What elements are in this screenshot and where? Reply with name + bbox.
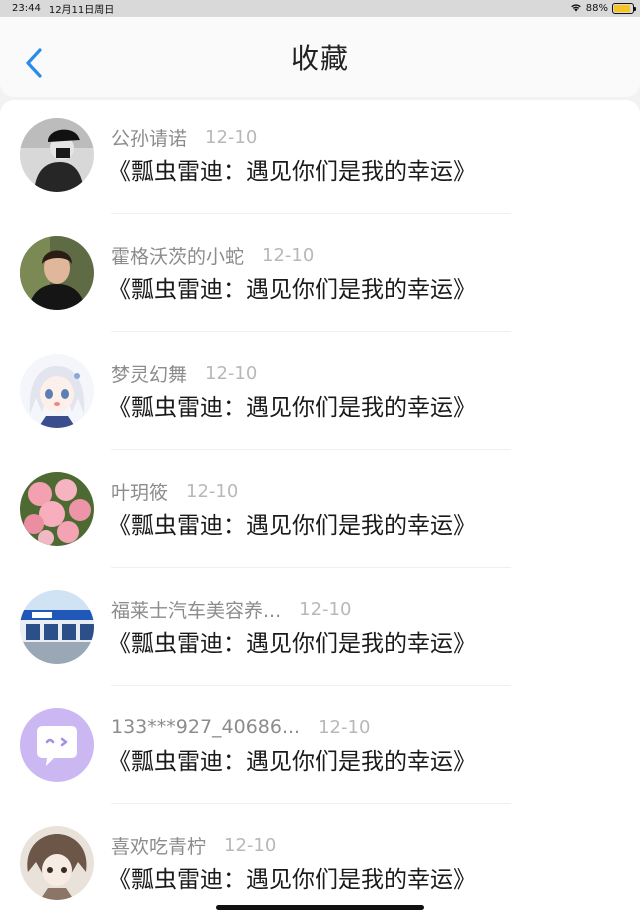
favorite-title[interactable]: 《瓢虫雷迪：遇见你们是我的幸运》 bbox=[108, 388, 476, 422]
favorites-list: 公孙请诺 12-10 《瓢虫雷迪：遇见你们是我的幸运》 霍格沃茨的小蛇 12-1… bbox=[0, 100, 640, 916]
status-time: 23:44 bbox=[12, 3, 41, 14]
user-name[interactable]: 福莱士汽车美容养... bbox=[111, 596, 281, 623]
battery-fill bbox=[614, 5, 630, 12]
avatar[interactable] bbox=[20, 354, 94, 428]
favorite-date: 12-10 bbox=[205, 362, 258, 384]
favorite-title[interactable]: 《瓢虫雷迪：遇见你们是我的幸运》 bbox=[108, 506, 476, 540]
favorite-title[interactable]: 《瓢虫雷迪：遇见你们是我的幸运》 bbox=[108, 270, 476, 304]
avatar[interactable] bbox=[20, 590, 94, 664]
list-item[interactable]: 喜欢吃青柠 12-10 《瓢虫雷迪：遇见你们是我的幸运》 bbox=[0, 808, 640, 916]
avatar[interactable] bbox=[20, 708, 94, 782]
favorite-date: 12-10 bbox=[262, 244, 315, 266]
favorite-title[interactable]: 《瓢虫雷迪：遇见你们是我的幸运》 bbox=[108, 742, 476, 776]
divider bbox=[111, 331, 511, 332]
divider bbox=[111, 685, 511, 686]
user-name[interactable]: 公孙请诺 bbox=[111, 124, 187, 151]
list-item[interactable]: 叶玥筱 12-10 《瓢虫雷迪：遇见你们是我的幸运》 bbox=[0, 454, 640, 572]
status-date: 12月11日周日 bbox=[48, 5, 115, 16]
home-indicator[interactable] bbox=[216, 905, 424, 910]
user-name[interactable]: 133***927_40686... bbox=[111, 716, 300, 738]
navigation-bar: 收藏 bbox=[0, 17, 640, 97]
favorite-date: 12-10 bbox=[224, 834, 277, 856]
list-item[interactable]: 梦灵幻舞 12-10 《瓢虫雷迪：遇见你们是我的幸运》 bbox=[0, 336, 640, 454]
list-item[interactable]: 133***927_40686... 12-10 《瓢虫雷迪：遇见你们是我的幸运… bbox=[0, 690, 640, 808]
user-name[interactable]: 梦灵幻舞 bbox=[111, 360, 187, 387]
wifi-icon bbox=[570, 2, 582, 15]
user-name[interactable]: 叶玥筱 bbox=[111, 478, 168, 505]
divider bbox=[111, 567, 511, 568]
favorite-date: 12-10 bbox=[205, 126, 258, 148]
list-item[interactable]: 公孙请诺 12-10 《瓢虫雷迪：遇见你们是我的幸运》 bbox=[0, 100, 640, 218]
favorite-title[interactable]: 《瓢虫雷迪：遇见你们是我的幸运》 bbox=[108, 152, 476, 186]
status-bar: 23:44 12月11日周日 88% bbox=[0, 0, 640, 17]
divider bbox=[111, 449, 511, 450]
favorite-date: 12-10 bbox=[318, 716, 371, 738]
chevron-left-icon bbox=[26, 48, 42, 78]
avatar[interactable] bbox=[20, 236, 94, 310]
user-name[interactable]: 霍格沃茨的小蛇 bbox=[111, 242, 244, 269]
favorite-title[interactable]: 《瓢虫雷迪：遇见你们是我的幸运》 bbox=[108, 860, 476, 894]
battery-percent: 88% bbox=[585, 3, 608, 14]
favorite-date: 12-10 bbox=[299, 598, 352, 620]
user-name[interactable]: 喜欢吃青柠 bbox=[111, 832, 206, 859]
battery-icon bbox=[612, 3, 636, 14]
favorite-title[interactable]: 《瓢虫雷迪：遇见你们是我的幸运》 bbox=[108, 624, 476, 658]
page-title: 收藏 bbox=[290, 42, 349, 75]
list-item[interactable]: 福莱士汽车美容养... 12-10 《瓢虫雷迪：遇见你们是我的幸运》 bbox=[0, 572, 640, 690]
favorite-date: 12-10 bbox=[186, 480, 239, 502]
divider bbox=[111, 803, 511, 804]
avatar[interactable] bbox=[20, 472, 94, 546]
list-item[interactable]: 霍格沃茨的小蛇 12-10 《瓢虫雷迪：遇见你们是我的幸运》 bbox=[0, 218, 640, 336]
divider bbox=[111, 213, 511, 214]
avatar[interactable] bbox=[20, 118, 94, 192]
avatar[interactable] bbox=[20, 826, 94, 900]
back-button[interactable] bbox=[20, 45, 48, 81]
